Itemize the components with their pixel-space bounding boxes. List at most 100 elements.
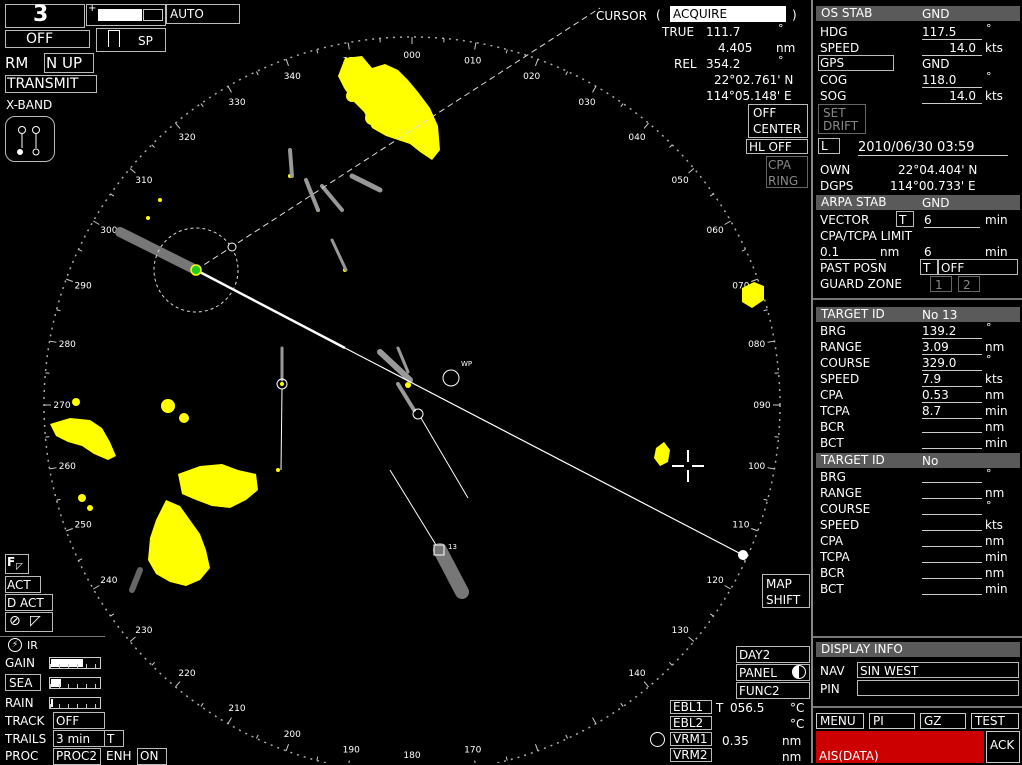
target1-speed-value: 7.9 [922,372,982,387]
trails-label: TRAILS [5,732,46,746]
bearing-tick [764,499,768,500]
test-button[interactable]: TEST [971,713,1019,729]
bearing-tick [742,249,746,251]
transmit-label: TRANSMIT [7,76,78,92]
bearing-tick [175,123,179,128]
ebl1-deg: °C [790,701,804,715]
target1-brg-label: BRG [820,324,846,338]
gain-label: GAIN [5,656,35,670]
true-deg: ° [778,22,784,35]
bearing-label: 110 [732,521,749,531]
bearing-tick [57,310,61,311]
past-posn-value[interactable]: OFF [941,261,964,275]
own-label: OWN [820,163,850,177]
map-label: MAP [766,577,792,591]
vector-value[interactable]: 6 [924,213,980,228]
pulse-box[interactable] [96,28,166,52]
band-label: X-BAND [6,98,52,112]
target2-title: TARGET ID [821,453,885,467]
cpa-limit-value[interactable]: 0.1 [820,245,876,260]
ir-label[interactable]: IR [27,639,38,652]
bearing-tick [317,50,318,54]
vrm2-unit: nm [782,750,801,764]
bearing-label: 170 [464,746,481,756]
trails-value[interactable]: 3 min [56,732,90,746]
waypoint-icon [443,370,459,386]
target1-tcpa-unit: min [985,404,1008,418]
bearing-label: 140 [628,669,645,679]
vector-mode[interactable]: T [899,213,906,227]
bearing-tick [535,744,537,751]
act-label: ACT [7,578,31,592]
gz-button[interactable]: GZ [920,713,966,729]
track-value[interactable]: OFF [56,714,79,728]
bearing-tick [50,468,57,469]
bearing-label: 320 [178,133,195,143]
target2-range-label: RANGE [820,486,862,500]
target2-course-label: COURSE [820,502,870,516]
rel-bearing: 354.2 [706,57,740,71]
auto-box[interactable] [166,4,240,24]
cursor-mode[interactable]: ACQUIRE [670,6,786,22]
bearing-label: 240 [100,576,117,586]
guard-zone-1[interactable]: 1 [935,278,943,292]
target2-brg-label: BRG [820,470,846,484]
vrm2-label: VRM2 [673,748,708,762]
sog-label: SOG [820,89,846,103]
off-label: OFF [26,32,53,46]
arpa-value[interactable]: GND [922,196,950,210]
shift-label: SHIFT [766,593,800,607]
target2-course-deg: ° [986,499,992,512]
proc-label: PROC [5,749,38,763]
bearing-tick [57,499,61,500]
bearing-tick [201,104,203,107]
display-info-header: DISPLAY INFO [816,642,1020,657]
bearing-tick [78,559,82,561]
past-posn-label: PAST POSN [820,261,887,275]
guard-zone-2[interactable]: 2 [963,278,971,292]
bearing-tick [93,586,99,590]
heading-line [196,270,345,348]
rain-slider[interactable] [49,697,101,709]
nav-value: SIN WEST [860,664,918,678]
past-posn-mode[interactable]: T [923,261,930,275]
vrm1-unit: nm [782,734,801,748]
hl-off-label: HL OFF [749,140,792,154]
radar-display[interactable]: 0000100200300400500600700800901001101201… [0,0,810,763]
menu-button[interactable]: MENU [816,713,864,729]
target1-course-label: COURSE [820,356,870,370]
trails-mode[interactable]: T [107,732,114,746]
os-stab-value[interactable]: GND [922,7,950,21]
target1-speed-unit: kts [985,372,1003,386]
antenna-icon [5,116,55,162]
proc-value[interactable]: PROC2 [56,749,97,763]
true-label: TRUE [662,25,694,39]
bearing-label: 290 [75,281,92,291]
hdg-deg: ° [986,22,992,35]
target1-range-unit: nm [985,340,1004,354]
bearing-tick [689,637,694,641]
gain-slider[interactable] [49,657,101,669]
vrm1-value: 0.35 [722,734,749,748]
true-bearing: 111.7 [706,25,740,39]
pin-field[interactable] [857,680,1019,696]
target2-bcr-label: BCR [820,566,845,580]
hdg-value: 117.5 [922,25,982,40]
panel-label: PANEL [739,666,777,680]
bearing-tick [256,71,258,75]
bearing-tick [228,86,232,92]
bearing-label: 090 [753,401,770,411]
ebl1-mode: T [716,701,723,715]
cursor-arrow-icon: ◸ [16,562,23,572]
gps-value: GND [922,57,950,71]
pi-button[interactable]: PI [869,713,915,729]
bearing-tick [644,123,648,128]
sea-slider[interactable] [49,677,101,689]
target-label: 13 [448,543,457,551]
rm-label[interactable]: RM [5,54,28,72]
off-center-off: OFF [753,106,776,120]
ack-button[interactable]: ACK [986,731,1020,763]
bearing-label: 080 [748,340,765,350]
enh-value[interactable]: ON [140,749,158,763]
tcpa-limit-value[interactable]: 6 [924,245,980,260]
